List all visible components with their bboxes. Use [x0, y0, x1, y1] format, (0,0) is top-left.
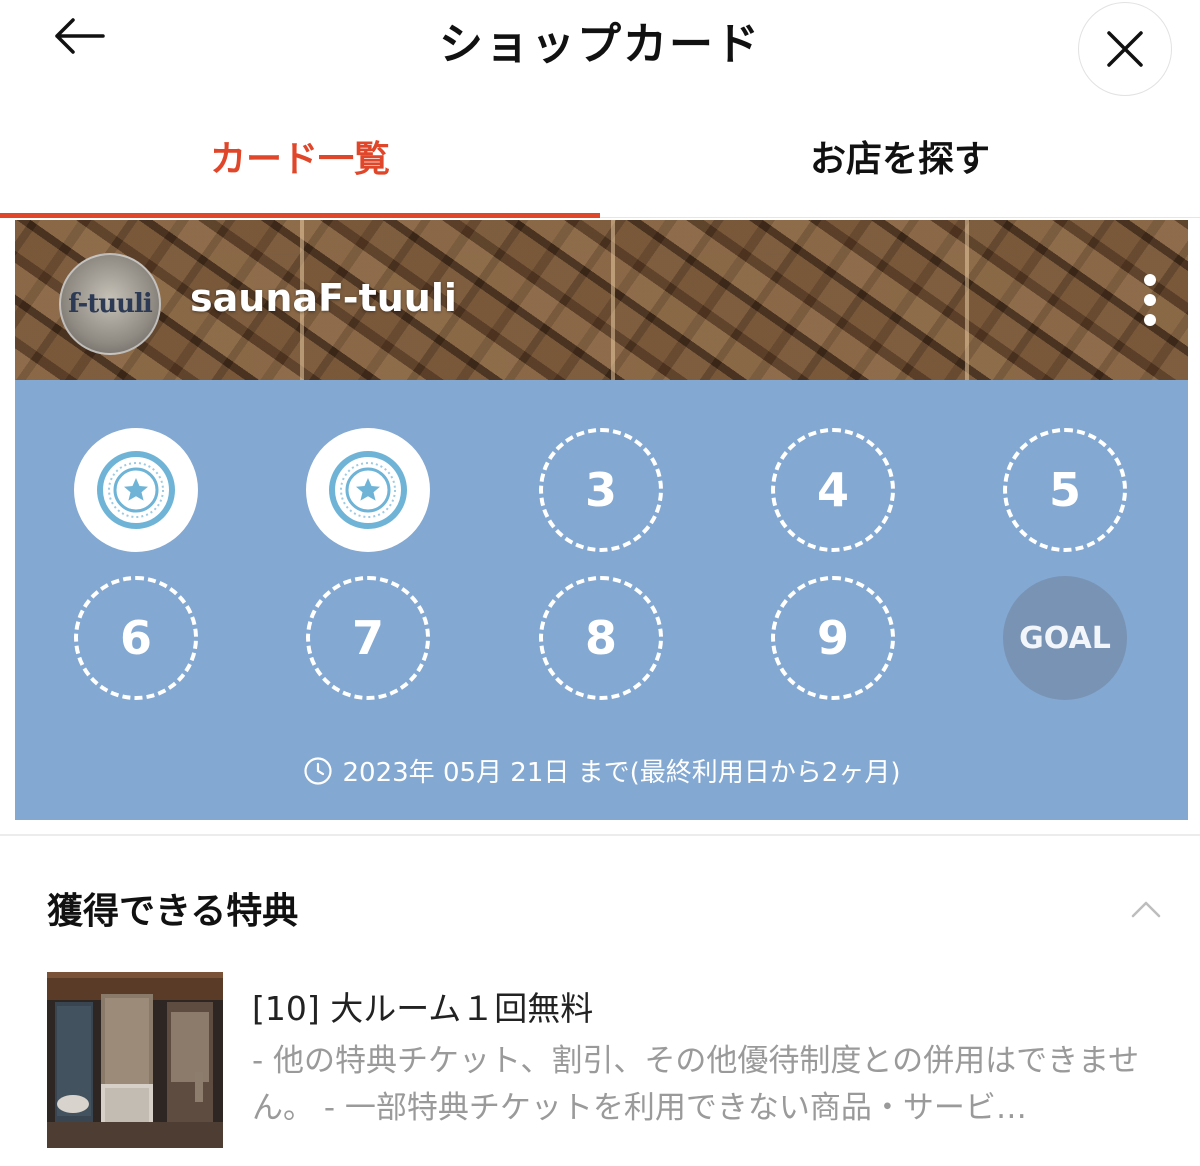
expiry-info: 2023年 05月 21日 まで(最終利用日から2ヶ月)	[15, 752, 1188, 789]
stamp-slot-9: 9	[771, 576, 895, 700]
sauna-room-image	[47, 972, 223, 1148]
stamp-slot-2	[306, 428, 430, 552]
stamp-slot-5: 5	[1003, 428, 1127, 552]
shop-logo: f-tuuli	[59, 253, 161, 355]
stamp-goal: GOAL	[1003, 576, 1127, 700]
reward-item[interactable]: [10] 大ルーム１回無料 - 他の特典チケット、割引、その他優待制度との併用は…	[47, 972, 1177, 1148]
stamp-slot-3: 3	[539, 428, 663, 552]
divider	[0, 834, 1200, 836]
tab-find-shop[interactable]: お店を探す	[600, 100, 1200, 217]
stamp-slot-1	[74, 428, 198, 552]
shop-name: saunaF-tuuli	[190, 276, 457, 320]
shop-logo-text: f-tuuli	[68, 289, 153, 319]
banner-divider	[611, 220, 615, 380]
shop-card[interactable]: f-tuuli saunaF-tuuli 3 4 5 6 7 8 9 GOAL …	[15, 220, 1188, 820]
more-vertical-icon[interactable]	[1133, 270, 1167, 330]
reward-thumbnail	[47, 972, 223, 1148]
rewards-title: 獲得できる特典	[47, 891, 299, 932]
reward-name: [10] 大ルーム１回無料	[252, 989, 594, 1028]
close-button[interactable]	[1078, 2, 1172, 96]
stamp-slot-4: 4	[771, 428, 895, 552]
tab-bar: カード一覧 お店を探す	[0, 100, 1200, 218]
expiry-text: 2023年 05月 21日 まで(最終利用日から2ヶ月)	[342, 758, 901, 788]
stamp-slot-6: 6	[74, 576, 198, 700]
reward-description: - 他の特典チケット、割引、その他優待制度との併用はできません。 - 一部特典チ…	[252, 1043, 1140, 1126]
stamp-area: 3 4 5 6 7 8 9 GOAL 2023年 05月 21日 まで(最終利用…	[15, 380, 1188, 820]
card-banner: f-tuuli saunaF-tuuli	[15, 220, 1188, 380]
close-icon	[1107, 31, 1143, 67]
stamp-slot-7: 7	[306, 576, 430, 700]
chevron-up-icon	[1131, 901, 1161, 918]
star-stamp-icon	[329, 451, 407, 529]
page-title: ショップカード	[439, 19, 761, 70]
star-stamp-icon	[97, 451, 175, 529]
stamp-slot-8: 8	[539, 576, 663, 700]
collapse-button[interactable]	[1126, 894, 1166, 924]
tab-card-list[interactable]: カード一覧	[0, 100, 600, 218]
banner-divider	[965, 220, 969, 380]
clock-icon	[303, 756, 332, 785]
header: ショップカード	[0, 0, 1200, 100]
